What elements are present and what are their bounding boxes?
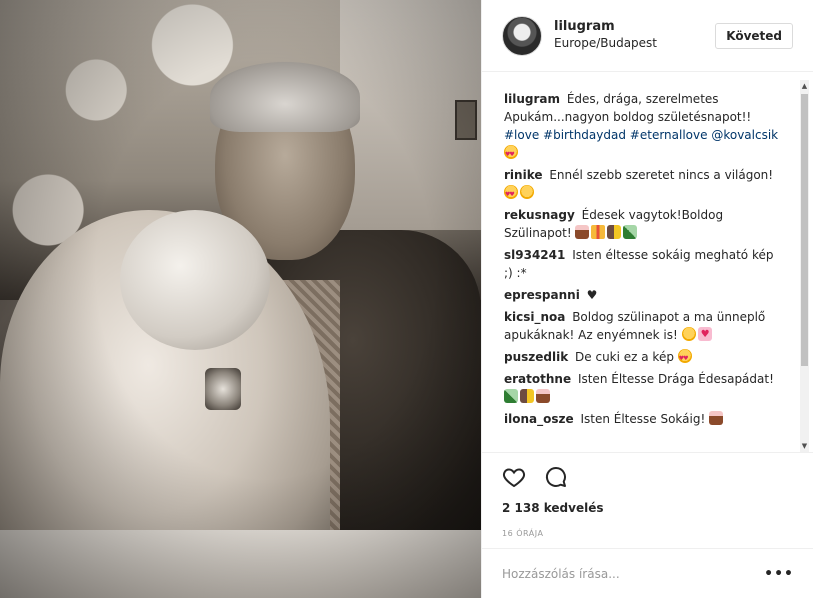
mention-kovalcsik[interactable]: @kovalcsik [711,128,778,142]
instagram-post: lilugram Europe/Budapest Követed lilugra… [0,0,813,600]
hashtag-eternallove[interactable]: #eternallove [630,128,708,142]
cake-emoji-icon [536,389,550,403]
heart-icon[interactable] [502,465,526,491]
user-info: lilugram Europe/Budapest [554,19,715,52]
comment-username[interactable]: sl934241 [504,248,565,262]
post-header: lilugram Europe/Budapest Követed [482,0,813,72]
cake-emoji-icon [709,411,724,425]
post-side-panel: lilugram Europe/Budapest Követed lilugra… [481,0,813,598]
action-icons [502,465,794,491]
comment-text: Isten Éltesse Drága Édesapádat! [577,372,774,386]
follow-button[interactable]: Követed [715,22,793,49]
comment-input[interactable] [502,566,765,581]
comment-username[interactable]: rekusnagy [504,208,575,222]
bottle-emoji-icon [623,225,638,239]
bottle-emoji-icon [504,389,518,403]
caption-username[interactable]: lilugram [504,92,560,106]
more-icon[interactable]: ••• [764,566,794,582]
photo-vignette [0,0,481,598]
post-time: 16 ÓRÁJA [502,529,544,538]
cake-emoji-icon [575,225,590,239]
heart-eyes-emoji-icon [677,349,692,368]
caption: lilugram Édes, drága, szerelmetes Apukám… [504,90,794,164]
scrollbar-thumb[interactable] [801,94,808,366]
heart-eyes-emoji-icon [504,185,518,204]
gift-emoji-icon [591,225,606,239]
couple-emoji-icon [607,225,622,239]
comment-item: rinike Ennél szebb szeretet nincs a vilá… [504,166,794,204]
blush-emoji-icon [520,185,534,199]
heart-box-emoji-icon [697,326,712,344]
comment-item: kicsi_noa Boldog szülinapot a ma ünneplő… [504,308,794,344]
comment-item: eprespanni ♥ [504,286,794,304]
comment-username[interactable]: rinike [504,168,542,182]
comment-item: sl934241 Isten éltesse sokáig megható ké… [504,246,794,282]
hashtag-love[interactable]: #love [504,128,539,142]
comment-item: rekusnagy Édesek vagytok!Boldog Szülinap… [504,206,794,242]
blush-emoji-icon [681,327,696,341]
scroll-up-arrow-icon[interactable]: ▲ [800,82,809,90]
comment-username[interactable]: eratothne [504,372,571,386]
post-photo[interactable] [0,0,481,598]
location[interactable]: Europe/Budapest [554,35,715,52]
heart-eyes-emoji-icon [504,145,518,164]
comment-username[interactable]: puszedlik [504,350,568,364]
comment-text: Isten Éltesse Sokáig! [580,412,706,426]
comments-list: lilugram Édes, drága, szerelmetes Apukám… [482,80,813,452]
hashtag-birthdaydad[interactable]: #birthdaydad [543,128,626,142]
comment-item: puszedlik De cuki ez a kép [504,348,794,368]
couple-emoji-icon [520,389,534,403]
comment-username[interactable]: eprespanni [504,288,580,302]
comment-item: ilona_osze Isten Éltesse Sokáig! [504,410,794,428]
comment-item: eratothne Isten Éltesse Drága Édesapádat… [504,370,794,406]
scroll-down-arrow-icon[interactable]: ▼ [800,442,809,450]
avatar[interactable] [502,15,542,56]
comment-text: De cuki ez a kép [575,350,674,364]
comment-username[interactable]: kicsi_noa [504,310,565,324]
comment-username[interactable]: ilona_osze [504,412,574,426]
username[interactable]: lilugram [554,19,715,35]
comments-scrollbar[interactable]: ▲ ▼ [800,80,809,452]
comment-text: ♥ [586,288,598,302]
comment-text: Ennél szebb szeretet nincs a világon! [549,168,774,182]
likes-count[interactable]: 2 138 kedvelés [502,501,794,515]
comment-box: ••• [482,548,813,598]
comment-icon[interactable] [544,465,568,491]
post-actions: 2 138 kedvelés 16 ÓRÁJA [482,452,813,538]
